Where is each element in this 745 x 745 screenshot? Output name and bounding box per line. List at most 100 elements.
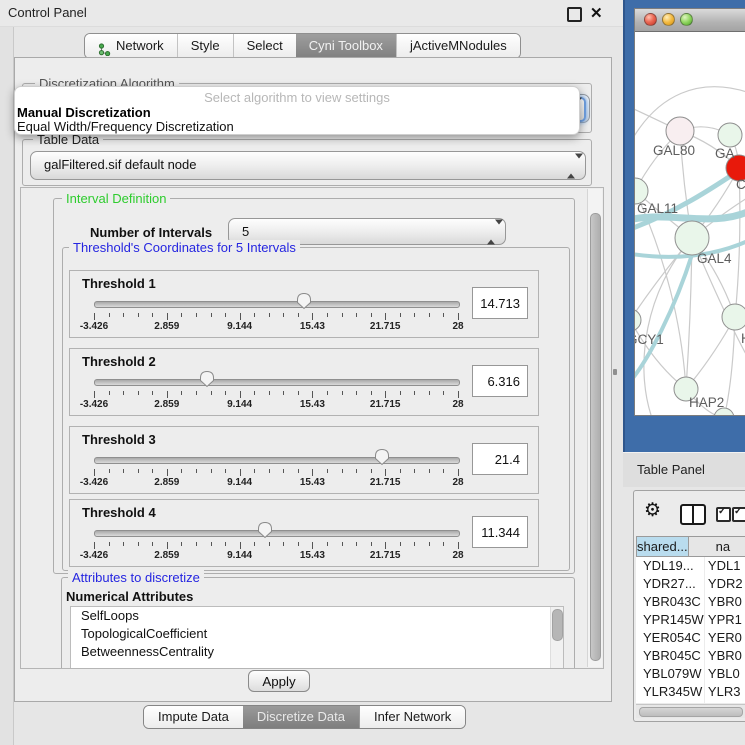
attribute-item-topologicalcoefficient[interactable]: TopologicalCoefficient: [71, 625, 563, 643]
network-view-panel: GAL80GACGAL11GAL4GCY1HHAP2: [623, 0, 745, 452]
threshold-3-value-field[interactable]: 21.4: [472, 443, 528, 475]
cell-shared-name[interactable]: YPR145W: [636, 611, 705, 629]
table-row[interactable]: YBR043CYBR0: [636, 593, 745, 611]
cell-shared-name[interactable]: YBR045C: [636, 647, 705, 665]
cell-shared-name[interactable]: YDR27...: [636, 575, 705, 593]
tab-jactivemnodules[interactable]: jActiveMNodules: [396, 34, 520, 58]
attribute-item-betweennesscentrality[interactable]: BetweennessCentrality: [71, 643, 563, 661]
numerical-attributes-list: SelfLoopsTopologicalCoefficientBetweenne…: [70, 606, 564, 669]
tab-network[interactable]: Network: [85, 34, 177, 58]
settings-scrollbar-thumb[interactable]: [590, 213, 601, 661]
node-label: HAP2: [689, 395, 724, 410]
cell-shared-name[interactable]: YBL079W: [636, 665, 705, 683]
table-panel-header: Table Panel: [623, 452, 745, 487]
slider-tick-label: 28: [452, 399, 463, 410]
slider-tick-label: 21.715: [370, 321, 401, 332]
table-row[interactable]: YDL19...YDL1: [636, 557, 745, 575]
cell-name[interactable]: YBR0: [705, 647, 745, 665]
list-scrollbar[interactable]: [550, 607, 563, 669]
checkbox-checked-icon[interactable]: [716, 507, 731, 522]
threshold-2-slider-thumb[interactable]: [199, 370, 215, 388]
close-button[interactable]: [644, 13, 657, 26]
table-row[interactable]: YBR045CYBR0: [636, 647, 745, 665]
tab-impute-data[interactable]: Impute Data: [144, 706, 243, 728]
slider-tick-label: 15.43: [300, 399, 325, 410]
list-scrollbar-thumb[interactable]: [552, 609, 563, 641]
threshold-1-slider-thumb[interactable]: [296, 292, 312, 310]
gear-icon[interactable]: ⚙: [644, 501, 661, 520]
split-columns-icon[interactable]: [680, 504, 706, 525]
column-header-name[interactable]: na: [688, 536, 745, 557]
dropdown-option-equal-width-frequency[interactable]: Equal Width/Frequency Discretization: [17, 119, 234, 134]
cell-name[interactable]: YIL0: [705, 701, 745, 703]
stepper-arrows-icon: [487, 219, 496, 244]
slider-tick-label: 15.43: [300, 550, 325, 561]
cell-shared-name[interactable]: YBR043C: [636, 593, 705, 611]
network-node-gal80[interactable]: [666, 117, 694, 145]
close-icon[interactable]: ✕: [590, 4, 603, 22]
settings-scroll-area: Interval Definition Number of Intervals …: [20, 187, 604, 669]
table-row[interactable]: YDR27...YDR2: [636, 575, 745, 593]
cell-name[interactable]: YDL1: [705, 557, 745, 575]
cell-shared-name[interactable]: YIL052C: [636, 701, 705, 703]
threshold-4-slider-track[interactable]: [94, 530, 460, 537]
threshold-3-slider-track[interactable]: [94, 457, 460, 464]
threshold-1-slider-track[interactable]: [94, 301, 460, 308]
zoom-button[interactable]: [680, 13, 693, 26]
threshold-label: Threshold 2: [82, 354, 156, 369]
slider-tick-label: 9.144: [227, 399, 252, 410]
cell-name[interactable]: YPR1: [705, 611, 745, 629]
network-node-gcy1[interactable]: [635, 309, 641, 331]
cell-name[interactable]: YDR2: [705, 575, 745, 593]
table-data-combobox[interactable]: galFiltered.sif default node: [30, 151, 586, 180]
interval-definition-group: Interval Definition Number of Intervals …: [53, 198, 575, 574]
settings-scrollbar[interactable]: [587, 189, 602, 667]
table-row[interactable]: YPR145WYPR1: [636, 611, 745, 629]
threshold-4-slider-thumb[interactable]: [257, 521, 273, 539]
attribute-item-selfloops[interactable]: SelfLoops: [71, 607, 563, 625]
panel-resize-grip[interactable]: [613, 369, 617, 375]
tab-discretize-data[interactable]: Discretize Data: [243, 706, 359, 728]
table-horizontal-scrollbar[interactable]: [636, 704, 745, 718]
cell-shared-name[interactable]: YER054C: [636, 629, 705, 647]
cell-name[interactable]: YBR0: [705, 593, 745, 611]
table-row[interactable]: YBL079WYBL0: [636, 665, 745, 683]
network-canvas[interactable]: GAL80GACGAL11GAL4GCY1HHAP2: [635, 32, 745, 415]
cell-shared-name[interactable]: YDL19...: [636, 557, 705, 575]
table-row[interactable]: YER054CYER0: [636, 629, 745, 647]
interval-definition-label: Interval Definition: [62, 191, 170, 206]
apply-button[interactable]: Apply: [248, 670, 310, 692]
threshold-1-value-field[interactable]: 14.713: [472, 287, 528, 319]
table-row[interactable]: YIL052CYIL0: [636, 701, 745, 703]
network-graph: GAL80GACGAL11GAL4GCY1HHAP2: [635, 32, 745, 415]
threshold-4-value-field[interactable]: 11.344: [472, 516, 528, 548]
column-header-shared-name[interactable]: shared...: [636, 536, 689, 557]
tab-select[interactable]: Select: [233, 34, 296, 58]
network-icon: [98, 40, 111, 53]
network-node-h[interactable]: [722, 304, 745, 330]
slider-tick-label: -3.426: [80, 477, 108, 488]
network-window-titlebar[interactable]: [635, 9, 745, 32]
cell-name[interactable]: YLR3: [705, 683, 745, 701]
cell-name[interactable]: YER0: [705, 629, 745, 647]
threshold-3-slider-thumb[interactable]: [374, 448, 390, 466]
scrollbar-thumb[interactable]: [639, 707, 743, 717]
threshold-2-value-field[interactable]: 6.316: [472, 365, 528, 397]
tab-style[interactable]: Style: [177, 34, 233, 58]
tab-infer-network[interactable]: Infer Network: [359, 706, 465, 728]
network-node-gal4[interactable]: [675, 221, 709, 255]
tab-label: Style: [191, 34, 220, 58]
cell-name[interactable]: YBL0: [705, 665, 745, 683]
tab-cyni-toolbox[interactable]: Cyni Toolbox: [296, 34, 396, 58]
network-node-ga[interactable]: [718, 123, 742, 147]
thresholds-group: Threshold's Coordinates for 5 Intervals …: [62, 247, 570, 571]
minimize-button[interactable]: [662, 13, 675, 26]
threshold-2-slider-track[interactable]: [94, 379, 460, 386]
table-row[interactable]: YLR345WYLR3: [636, 683, 745, 701]
cell-shared-name[interactable]: YLR345W: [636, 683, 705, 701]
checkbox-checked-icon[interactable]: [732, 507, 745, 522]
float-window-icon[interactable]: [567, 7, 582, 22]
dropdown-option-manual-discretization[interactable]: Manual Discretization: [17, 105, 151, 120]
algorithm-dropdown-popup: Select algorithm to view settings Manual…: [14, 86, 580, 135]
numerical-attributes-heading: Numerical Attributes: [66, 589, 193, 604]
